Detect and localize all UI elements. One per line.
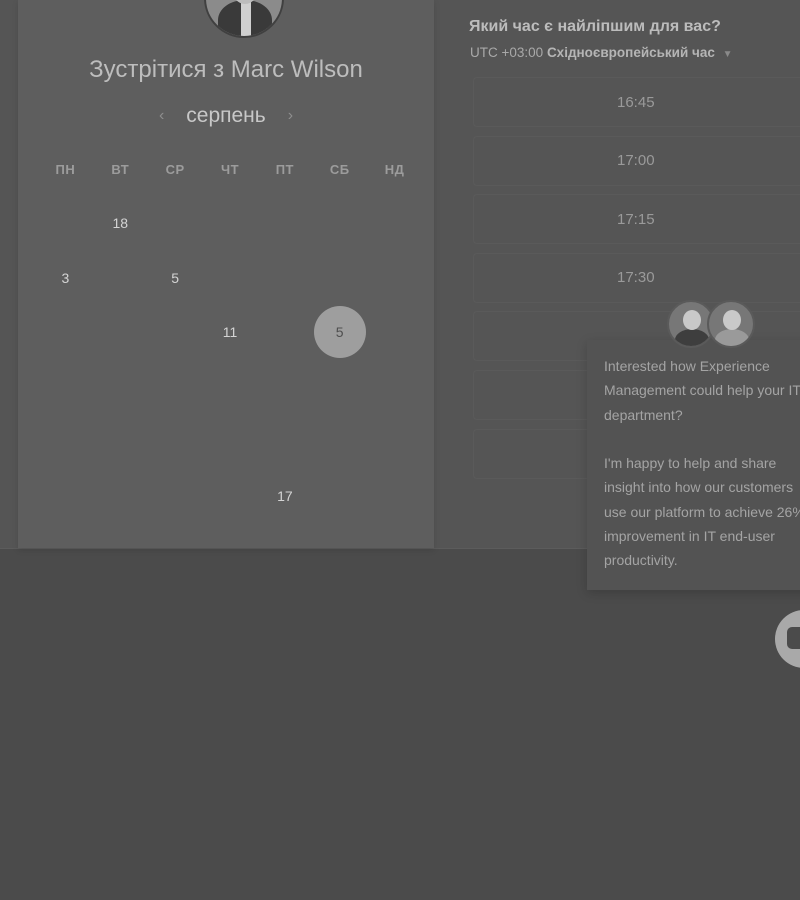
calendar-day [367, 196, 422, 251]
caret-down-icon: ▼ [722, 49, 733, 60]
weekday-label: СР [165, 162, 185, 177]
calendar-day [148, 196, 203, 251]
weekday-label: ЧТ [220, 162, 240, 177]
weekday-label: ВТ [111, 162, 130, 177]
calendar-day [148, 414, 203, 469]
chevron-left-icon[interactable]: ‹ [157, 107, 166, 125]
calendar-day [203, 360, 258, 415]
calendar-day [367, 469, 422, 524]
calendar-day [367, 414, 422, 469]
chat-popup[interactable]: Interested how Experience Management cou… [587, 340, 800, 590]
timezone-name: Східноєвропейський час [546, 45, 715, 60]
calendar-day[interactable]: 5 [148, 251, 203, 306]
calendar-day [93, 469, 148, 524]
chat-bubble-icon [787, 627, 800, 649]
calendar-day[interactable]: 17 [257, 469, 312, 524]
calendar-day [257, 414, 312, 469]
weekday-label: СБ [329, 162, 350, 177]
calendar-day [38, 196, 93, 251]
chat-message: Interested how Experience Management cou… [604, 358, 800, 569]
time-slot[interactable]: 16:45 [473, 77, 800, 127]
calendar-day [93, 251, 148, 306]
calendar-card: Зустрітися з Marc Wilson ‹ серпень › ПН В… [18, 0, 434, 548]
weekday-label: НД [384, 162, 405, 177]
calendar-day-selected[interactable]: 5 [312, 305, 367, 360]
weekday-label: ПН [55, 162, 76, 177]
organizer-avatar [204, 0, 284, 38]
calendar-day [38, 305, 93, 360]
calendar-day [38, 360, 93, 415]
calendar-day [257, 251, 312, 306]
weekday-label: ПТ [275, 162, 294, 177]
calendar-day [257, 305, 312, 360]
calendar-day [312, 469, 367, 524]
calendar-day[interactable]: 3 [38, 251, 93, 306]
calendar-day [93, 360, 148, 415]
chevron-right-icon[interactable]: › [286, 107, 295, 125]
calendar-day [38, 469, 93, 524]
calendar-day [367, 360, 422, 415]
agent-avatar-body [675, 329, 709, 346]
month-navigation: ‹ серпень › [18, 102, 434, 130]
weekday-header: ПН ВТ СР ЧТ ПТ СБ НД [38, 162, 422, 177]
time-slot[interactable]: 17:15 [473, 194, 800, 245]
calendar-day [367, 305, 422, 360]
calendar-day [203, 196, 258, 251]
selected-day-circle: 5 [313, 306, 366, 359]
calendar-day [203, 251, 258, 306]
calendar-day [38, 414, 93, 469]
avatar-collar-shape [241, 2, 251, 36]
calendar-day [257, 196, 312, 251]
agent-avatar [707, 300, 755, 348]
timezone-offset: UTC +03:00 [470, 45, 544, 60]
calendar-day [148, 305, 203, 360]
month-label: серпень [186, 104, 266, 127]
calendar-day [312, 414, 367, 469]
calendar-day [93, 414, 148, 469]
calendar-day [367, 251, 422, 306]
meeting-title: Зустрітися з Marc Wilson [89, 56, 363, 83]
chat-agent-avatars [667, 300, 759, 350]
timezone-selector[interactable]: UTC +03:00 Східноєвропейський час ▼ [470, 45, 733, 60]
time-question-heading: Який час є найліпшим для вас? [469, 18, 721, 35]
calendar-day [203, 469, 258, 524]
calendar-day [203, 414, 258, 469]
time-slot[interactable]: 17:30 [473, 252, 800, 303]
chat-launcher-button[interactable] [775, 610, 800, 668]
calendar-day [93, 305, 148, 360]
agent-avatar-head [723, 310, 741, 330]
calendar-day [257, 360, 312, 415]
calendar-day[interactable]: 11 [203, 305, 258, 360]
calendar-day[interactable]: 18 [93, 196, 148, 251]
agent-avatar-body [715, 329, 749, 346]
calendar-day [312, 251, 367, 306]
time-slot[interactable]: 17:00 [473, 135, 800, 186]
agent-avatar-head [683, 310, 701, 330]
calendar-day [312, 360, 367, 415]
day-grid: 18 3 5 11 5 17 [38, 196, 422, 524]
calendar-day [148, 360, 203, 415]
calendar-day [312, 196, 367, 251]
calendar-day [148, 469, 203, 524]
